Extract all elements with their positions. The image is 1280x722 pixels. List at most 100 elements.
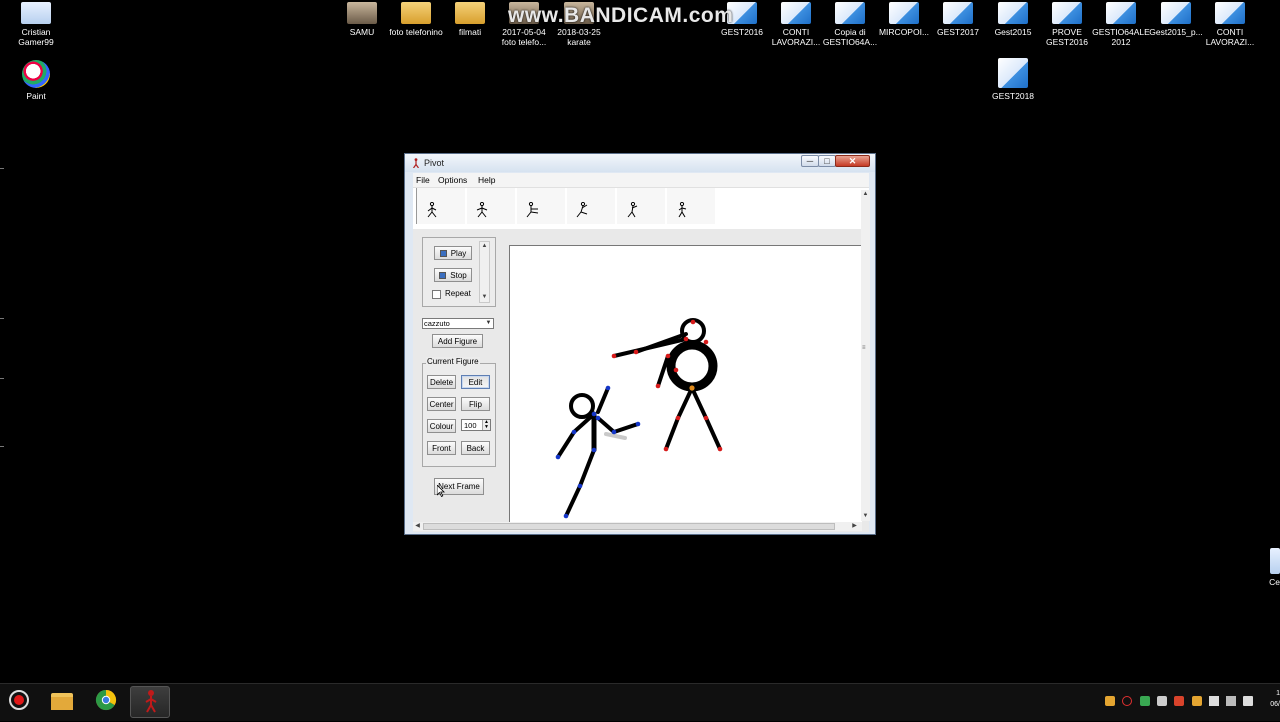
desktop-icon-cristian-gamer99[interactable]: Cristian Gamer99	[6, 2, 66, 47]
desktop-icon-conti-lavorazioni[interactable]: CONTI LAVORAZI...	[766, 2, 826, 47]
frame-thumbnail[interactable]	[667, 188, 716, 224]
frame-thumbnail[interactable]	[467, 188, 516, 224]
flip-figure-button[interactable]: Flip	[461, 397, 490, 411]
tray-volume-icon[interactable]	[1243, 696, 1253, 706]
tray-app-icon[interactable]	[1174, 696, 1184, 706]
figure-pivot-handle[interactable]	[689, 385, 695, 391]
desktop-icon-label: SAMU	[349, 27, 375, 37]
file-explorer-button[interactable]	[42, 687, 82, 717]
desktop-icon-mircopoi[interactable]: MIRCOPOI...	[874, 2, 934, 37]
scroll-left-arrow-icon[interactable]: ◀	[413, 522, 422, 531]
red-stickman-figure[interactable]	[611, 318, 723, 452]
play-button[interactable]: Play	[434, 246, 472, 260]
desktop-icon-gest2015[interactable]: Gest2015	[983, 2, 1043, 37]
center-figure-button[interactable]: Center	[427, 397, 456, 411]
desktop-icon-copia-gestio64[interactable]: Copia di GESTIO64A...	[820, 2, 880, 47]
shortcut-icon	[943, 2, 973, 24]
frame-thumbnail[interactable]	[417, 188, 466, 224]
user-folder-icon	[21, 2, 51, 24]
desktop-icon-filmati[interactable]: filmati	[440, 2, 500, 37]
shortcut-icon	[1161, 2, 1191, 24]
menu-options[interactable]: Options	[438, 175, 467, 185]
opacity-spinner[interactable]: 100 ▲ ▼	[461, 419, 491, 431]
tray-app-icon[interactable]	[1105, 696, 1115, 706]
scroll-down-arrow-icon[interactable]: ▼	[861, 512, 870, 521]
stop-button[interactable]: Stop	[434, 268, 472, 282]
desktop-icon-label: foto telefonino	[389, 27, 443, 37]
tray-network-icon[interactable]	[1226, 696, 1236, 706]
desktop-icon-gestio64ale-2012[interactable]: GESTIO64ALE 2012	[1091, 2, 1151, 47]
bandicam-record-button[interactable]	[4, 687, 34, 717]
close-button[interactable]: ✕	[835, 155, 870, 167]
tray-flag-icon[interactable]	[1209, 696, 1219, 706]
menu-file[interactable]: File	[416, 175, 430, 185]
desktop-icon-gest2017[interactable]: GEST2017	[928, 2, 988, 37]
pivot-taskbar-button[interactable]	[130, 686, 170, 718]
horizontal-scroll-thumb[interactable]	[423, 523, 835, 530]
desktop-icon-label: GEST2016	[720, 27, 764, 37]
shortcut-icon	[835, 2, 865, 24]
stickman-frame-icon	[627, 202, 638, 218]
scroll-right-arrow-icon[interactable]: ▶	[850, 522, 859, 531]
send-back-button[interactable]: Back	[461, 441, 490, 455]
desktop-icon-recycle-bin[interactable]: Ce	[1262, 548, 1280, 587]
desktop-icon-label: PROVE GEST2016	[1045, 27, 1089, 47]
tray-record-icon[interactable]	[1122, 696, 1132, 706]
desktop-icon-label: Ce	[1269, 577, 1280, 587]
title-bar[interactable]: Pivot ─ □ ✕	[405, 154, 875, 172]
speed-down-arrow-icon[interactable]: ▼	[480, 293, 489, 302]
delete-figure-button[interactable]: Delete	[427, 375, 456, 389]
shortcut-icon	[1106, 2, 1136, 24]
figure-type-select[interactable]: cazzuto ▼	[422, 318, 494, 329]
speed-slider[interactable]: ▲ ▼	[479, 241, 490, 303]
desktop-icon-gest2018[interactable]: GEST2018	[983, 58, 1043, 101]
play-icon	[439, 250, 447, 257]
stickman-frame-icon	[526, 202, 539, 218]
add-figure-button[interactable]: Add Figure	[432, 334, 483, 348]
scroll-up-arrow-icon[interactable]: ▲	[861, 190, 870, 199]
edit-figure-button[interactable]: Edit	[461, 375, 490, 389]
bandicam-watermark: www.BANDICAM.com	[508, 4, 734, 27]
chrome-button[interactable]	[86, 687, 126, 717]
pivot-window: Pivot ─ □ ✕ File Options Help Play Stop …	[404, 153, 876, 535]
stickman-frame-icon	[678, 202, 687, 218]
canvas-vertical-scrollbar[interactable]: ▲ ≡ ▼	[861, 190, 870, 521]
colour-button[interactable]: Colour	[427, 419, 456, 433]
menu-help[interactable]: Help	[478, 175, 495, 185]
desktop-icon-samu[interactable]: SAMU	[332, 2, 392, 37]
desktop-icon-gest2015-p[interactable]: Gest2015_p...	[1146, 2, 1206, 37]
canvas-horizontal-scrollbar[interactable]: ◀ ▶	[413, 522, 862, 531]
stage-figures	[555, 318, 723, 519]
record-icon	[9, 690, 29, 710]
current-figure-legend: Current Figure	[426, 357, 480, 366]
desktop-icon-conti-lavorazioni-2[interactable]: CONTI LAVORAZI...	[1200, 2, 1260, 47]
tray-app-icon[interactable]	[1140, 696, 1150, 706]
blue-stickman-figure[interactable]	[555, 385, 641, 519]
tray-app-icon[interactable]	[1192, 696, 1202, 706]
desktop-icon-foto-telefonino[interactable]: foto telefonino	[386, 2, 446, 37]
frames-strip	[416, 188, 719, 224]
repeat-label: Repeat	[445, 289, 471, 298]
frame-thumbnail[interactable]	[517, 188, 566, 224]
bring-front-button[interactable]: Front	[427, 441, 456, 455]
frame-thumbnail[interactable]	[567, 188, 616, 224]
animation-canvas[interactable]	[509, 245, 862, 522]
frame-thumbnail[interactable]	[617, 188, 666, 224]
speed-up-arrow-icon[interactable]: ▲	[480, 242, 489, 251]
spinner-arrows-icon[interactable]: ▲ ▼	[482, 420, 490, 430]
desktop-icon-paint[interactable]: Paint	[6, 60, 66, 101]
opacity-value: 100	[464, 421, 477, 430]
shortcut-icon	[1052, 2, 1082, 24]
taskbar-clock[interactable]: 1 06/	[1266, 688, 1280, 710]
minimize-button[interactable]: ─	[801, 155, 819, 167]
maximize-button[interactable]: □	[818, 155, 836, 167]
repeat-checkbox[interactable]	[432, 290, 441, 299]
stop-label: Stop	[450, 271, 467, 280]
desktop-icon-label: Gest2015_p...	[1149, 27, 1203, 37]
chevron-down-icon: ▼	[485, 320, 492, 326]
desktop-icon-label: CONTI LAVORAZI...	[1205, 27, 1255, 47]
tray-app-icon[interactable]	[1157, 696, 1167, 706]
shortcut-icon	[998, 58, 1028, 88]
desktop-icon-prove-gest2016[interactable]: PROVE GEST2016	[1037, 2, 1097, 47]
edge-mark	[0, 168, 4, 169]
